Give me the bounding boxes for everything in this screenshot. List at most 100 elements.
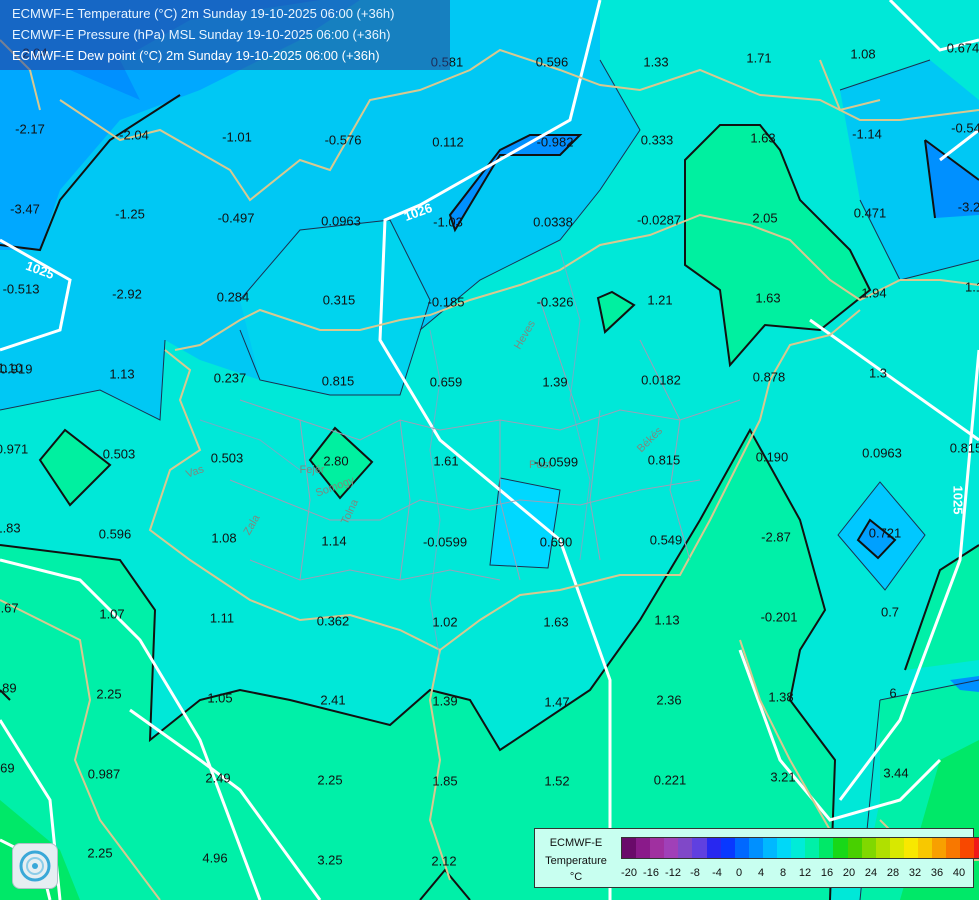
weather-map: 1026 1025 1025 Heves Békés Vas Somogy Tolna Zal… <box>0 0 979 900</box>
temperature-value: -1.03 <box>433 214 463 230</box>
temperature-value: 1.11 <box>209 610 235 626</box>
temperature-value: 0.815 <box>321 373 355 389</box>
temperature-value: 1.13 <box>109 366 135 382</box>
legend-swatch <box>819 838 834 858</box>
temperature-value: 1.07 <box>99 606 125 622</box>
temperature-value: 1.05 <box>207 690 233 706</box>
legend-tick-label: 20 <box>842 867 856 879</box>
legend-title-unit: °C <box>569 871 583 883</box>
temperature-value: 0.503 <box>102 446 136 462</box>
legend-tick-label: 0 <box>735 867 743 879</box>
isobar-label: 1025 <box>950 485 966 515</box>
temperature-value: -0.201 <box>760 609 798 625</box>
temperature-value: -0.185 <box>427 294 465 310</box>
temperature-value: 4.96 <box>202 850 228 866</box>
temperature-value: 3.21 <box>770 769 796 785</box>
logo-icon <box>12 843 58 889</box>
legend-title-variable: Temperature <box>545 855 607 867</box>
legend-swatch <box>889 838 904 858</box>
temperature-value: 2.41 <box>320 692 346 708</box>
legend-tick-label: 28 <box>886 867 900 879</box>
legend-swatch <box>903 838 918 858</box>
region-label: Fejér <box>299 464 325 476</box>
legend-swatch <box>650 838 665 858</box>
temperature-value: 1.85 <box>432 773 458 789</box>
temperature-value: 0.333 <box>640 132 674 148</box>
legend-swatch <box>932 838 947 858</box>
temperature-value: 0.7 <box>880 604 900 620</box>
legend-tick-label: -4 <box>712 867 722 879</box>
temperature-value: 0.987 <box>87 766 121 782</box>
legend-swatch <box>974 838 979 858</box>
title-dewpoint[interactable]: ECMWF-E Dew point (°C) 2m Sunday 19-10-2… <box>0 45 450 66</box>
temperature-value: 0.503 <box>210 450 244 466</box>
legend-tick-label: 36 <box>930 867 944 879</box>
legend-tick-label: 4 <box>757 867 765 879</box>
legend-swatch <box>805 838 820 858</box>
temperature-value: -0.0599 <box>422 534 468 550</box>
temperature-value: 0.0963 <box>862 445 902 461</box>
temperature-value: -0.0599 <box>533 454 579 470</box>
temperature-value: 0.190 <box>755 449 789 465</box>
temperature-value: 1.14 <box>321 533 347 549</box>
temperature-value: 2.69 <box>0 760 15 776</box>
temperature-value: -2.17 <box>15 121 45 137</box>
temperature-value: 0.362 <box>316 613 350 629</box>
legend-tick-label: 32 <box>908 867 922 879</box>
temperature-value: 2.12 <box>431 853 457 869</box>
legend-swatch <box>762 838 778 858</box>
temperature-value: 1.33 <box>643 54 669 70</box>
temperature-value: 1.1 <box>964 279 979 295</box>
temperature-value: -0.982 <box>536 134 574 150</box>
legend-swatch <box>861 838 876 858</box>
legend-tick-label: -20 <box>621 867 637 879</box>
legend-tick-label: -8 <box>690 867 700 879</box>
legend-tick-label: -12 <box>665 867 681 879</box>
legend-swatch <box>720 838 735 858</box>
temperature-value: 0.221 <box>653 772 687 788</box>
temperature-value: 0.0963 <box>321 213 361 229</box>
temperature-value: 3.44 <box>883 765 909 781</box>
legend-swatch <box>960 838 975 858</box>
temperature-value: 0.471 <box>853 205 887 221</box>
legend-colorbar <box>621 837 979 859</box>
temperature-value: 0.549 <box>649 532 683 548</box>
temperature-value: 0.815 <box>647 452 681 468</box>
temperature-value: 0.237 <box>213 370 247 386</box>
temperature-value: 1.38 <box>768 689 794 705</box>
temperature-value: 2.05 <box>752 210 778 226</box>
temperature-value: 0.596 <box>98 526 132 542</box>
temperature-value: 1.52 <box>544 773 570 789</box>
temperature-value: -0.919 <box>0 361 33 377</box>
legend-swatch <box>917 838 933 858</box>
temperature-value: 1.39 <box>542 374 568 390</box>
legend-tick-label: 24 <box>864 867 878 879</box>
title-pressure[interactable]: ECMWF-E Pressure (hPa) MSL Sunday 19-10-… <box>0 24 450 45</box>
temperature-value: 0.674 <box>946 40 979 56</box>
legend-swatch <box>706 838 721 858</box>
temperature-value: -1.01 <box>222 129 252 145</box>
temperature-value: 0.112 <box>432 134 464 150</box>
legend-swatch <box>791 838 806 858</box>
temperature-value: -0.576 <box>324 132 362 148</box>
legend-swatch <box>748 838 763 858</box>
temperature-value: -0.513 <box>2 281 40 297</box>
legend-tick-label: 40 <box>952 867 966 879</box>
temperature-value: -1.25 <box>115 206 145 222</box>
legend-swatch <box>734 838 749 858</box>
legend-tick-label: 16 <box>820 867 834 879</box>
legend-title-model: ECMWF-E <box>549 837 603 849</box>
temperature-value: -0.497 <box>217 210 255 226</box>
title-temperature[interactable]: ECMWF-E Temperature (°C) 2m Sunday 19-10… <box>0 3 450 24</box>
temperature-value: -3.47 <box>10 201 40 217</box>
temperature-value: 1.61 <box>433 453 459 469</box>
legend-tick-label: 12 <box>798 867 812 879</box>
legend-swatch <box>946 838 961 858</box>
temperature-value: 1.02 <box>432 614 458 630</box>
temperature-value: -0.326 <box>536 294 574 310</box>
temperature-value: 0.690 <box>539 534 573 550</box>
legend-tick-label: -16 <box>643 867 659 879</box>
temperature-value: 2.25 <box>317 772 343 788</box>
temperature-value: -0.0287 <box>636 212 682 228</box>
temperature-value: -2.04 <box>119 127 149 143</box>
